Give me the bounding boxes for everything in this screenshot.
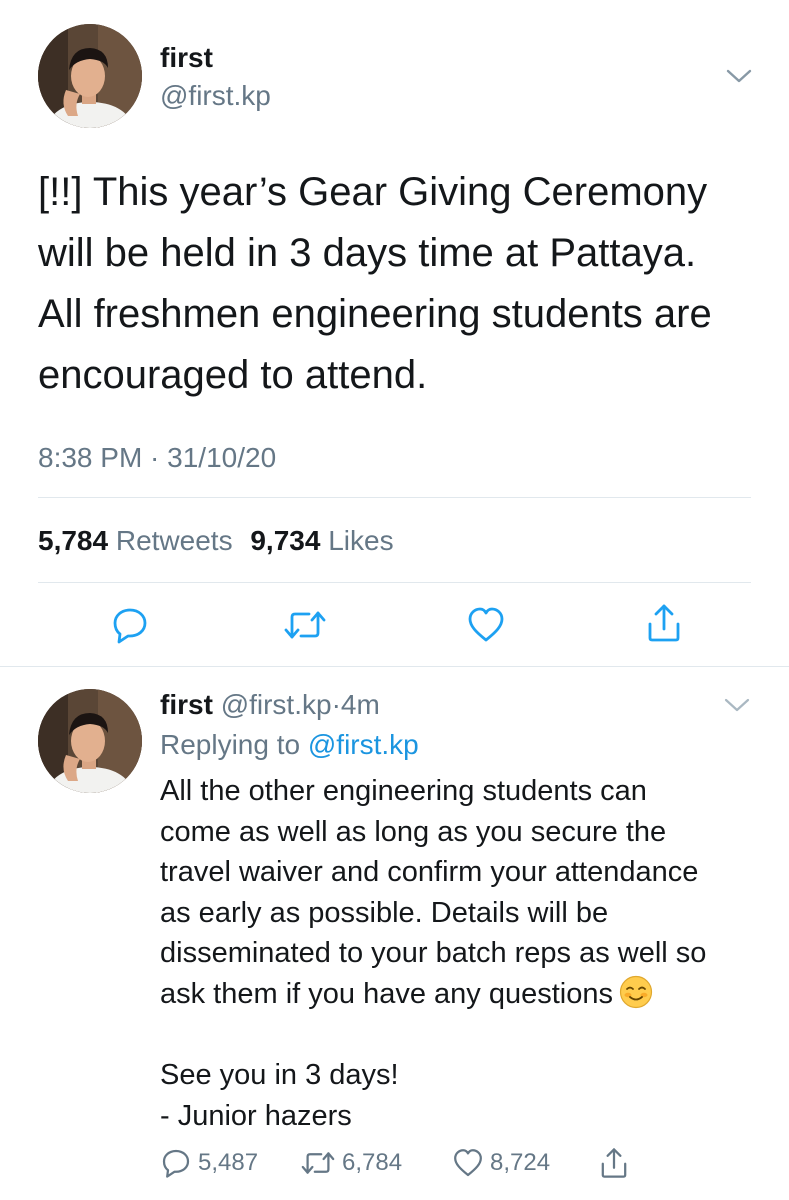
reply-text-line: - Junior hazers — [160, 1099, 352, 1132]
reply-text-line-with-emoji: ask them if you have any questions — [160, 974, 780, 1015]
reply-button[interactable]: 5,487 — [160, 1145, 258, 1181]
tweet-timestamp[interactable]: 8:38 PM · 31/10/20 — [38, 442, 276, 474]
replying-to-label: Replying to — [160, 729, 301, 760]
user-handle[interactable]: @first.kp — [160, 80, 271, 112]
profile-photo — [38, 24, 142, 128]
reply-text-line: travel waiver and confirm your attendanc… — [160, 856, 699, 889]
reply-tweet[interactable]: first @first.kp·4m Replying to @first.kp… — [0, 667, 789, 1200]
tweet-text-line: [!!] This year’s Gear Giving Ceremony — [38, 170, 708, 214]
divider — [38, 497, 751, 498]
share-button[interactable] — [598, 1145, 630, 1181]
reply-text-line: See you in 3 days! — [160, 1059, 399, 1092]
engagement-stats: 5,784 Retweets 9,734 Likes — [38, 525, 404, 557]
chevron-down-icon[interactable] — [724, 697, 750, 713]
tweet-text-line: encouraged to attend. — [38, 353, 428, 397]
replying-to-mention[interactable]: @first.kp — [308, 729, 419, 760]
reply-actions: 5,487 6,784 8,724 — [160, 1145, 640, 1181]
profile-photo — [38, 689, 142, 793]
reply-icon — [162, 1149, 190, 1178]
main-tweet: first @first.kp [!!] This year’s Gear Gi… — [0, 0, 789, 667]
reply-age: 4m — [340, 689, 380, 720]
heart-icon — [454, 1149, 482, 1177]
reply-text: All the other engineering students can c… — [160, 771, 780, 1136]
tweet-text: [!!] This year’s Gear Giving Ceremony wi… — [38, 162, 768, 406]
retweet-icon[interactable] — [283, 605, 327, 645]
likes-label[interactable]: Likes — [328, 525, 393, 556]
share-icon — [601, 1148, 627, 1178]
reply-text-blank-line — [160, 1015, 780, 1056]
likes-count[interactable]: 9,734 — [250, 525, 320, 556]
reply-text-line: All the other engineering students can — [160, 775, 647, 807]
reply-text-line: disseminated to your batch reps as well … — [160, 937, 707, 970]
replying-to: Replying to @first.kp — [160, 729, 419, 761]
like-button[interactable]: 8,724 — [452, 1145, 550, 1181]
heart-icon[interactable] — [466, 605, 506, 645]
retweet-count: 6,784 — [342, 1149, 403, 1176]
chevron-down-icon[interactable] — [726, 68, 752, 84]
display-name[interactable]: first — [160, 689, 213, 720]
tweet-text-line: will be held in 3 days time at Pattaya. — [38, 231, 697, 275]
tweet-detail-screen: first @first.kp [!!] This year’s Gear Gi… — [0, 0, 789, 1200]
avatar[interactable] — [38, 689, 142, 793]
like-count: 8,724 — [490, 1149, 551, 1176]
meta-separator: · — [331, 689, 341, 720]
smiling-face-emoji — [619, 975, 653, 1009]
reply-text-segment: ask them if you have any questions — [160, 977, 613, 1010]
reply-count: 5,487 — [198, 1149, 259, 1176]
reply-text-line: as early as possible. Details will be — [160, 896, 609, 929]
avatar[interactable] — [38, 24, 142, 128]
user-handle[interactable]: @first.kp — [221, 689, 332, 720]
retweets-label[interactable]: Retweets — [116, 525, 233, 556]
reply-text-line: come as well as long as you secure the — [160, 815, 667, 848]
reply-icon[interactable] — [110, 605, 150, 645]
share-icon[interactable] — [644, 602, 684, 644]
retweets-count[interactable]: 5,784 — [38, 525, 108, 556]
retweet-icon — [301, 1152, 335, 1174]
display-name[interactable]: first — [160, 42, 213, 74]
tweet-text-line: All freshmen engineering students are — [38, 292, 712, 336]
reply-header: first @first.kp·4m — [160, 689, 380, 721]
retweet-button[interactable]: 6,784 — [300, 1145, 402, 1181]
divider — [38, 582, 751, 583]
